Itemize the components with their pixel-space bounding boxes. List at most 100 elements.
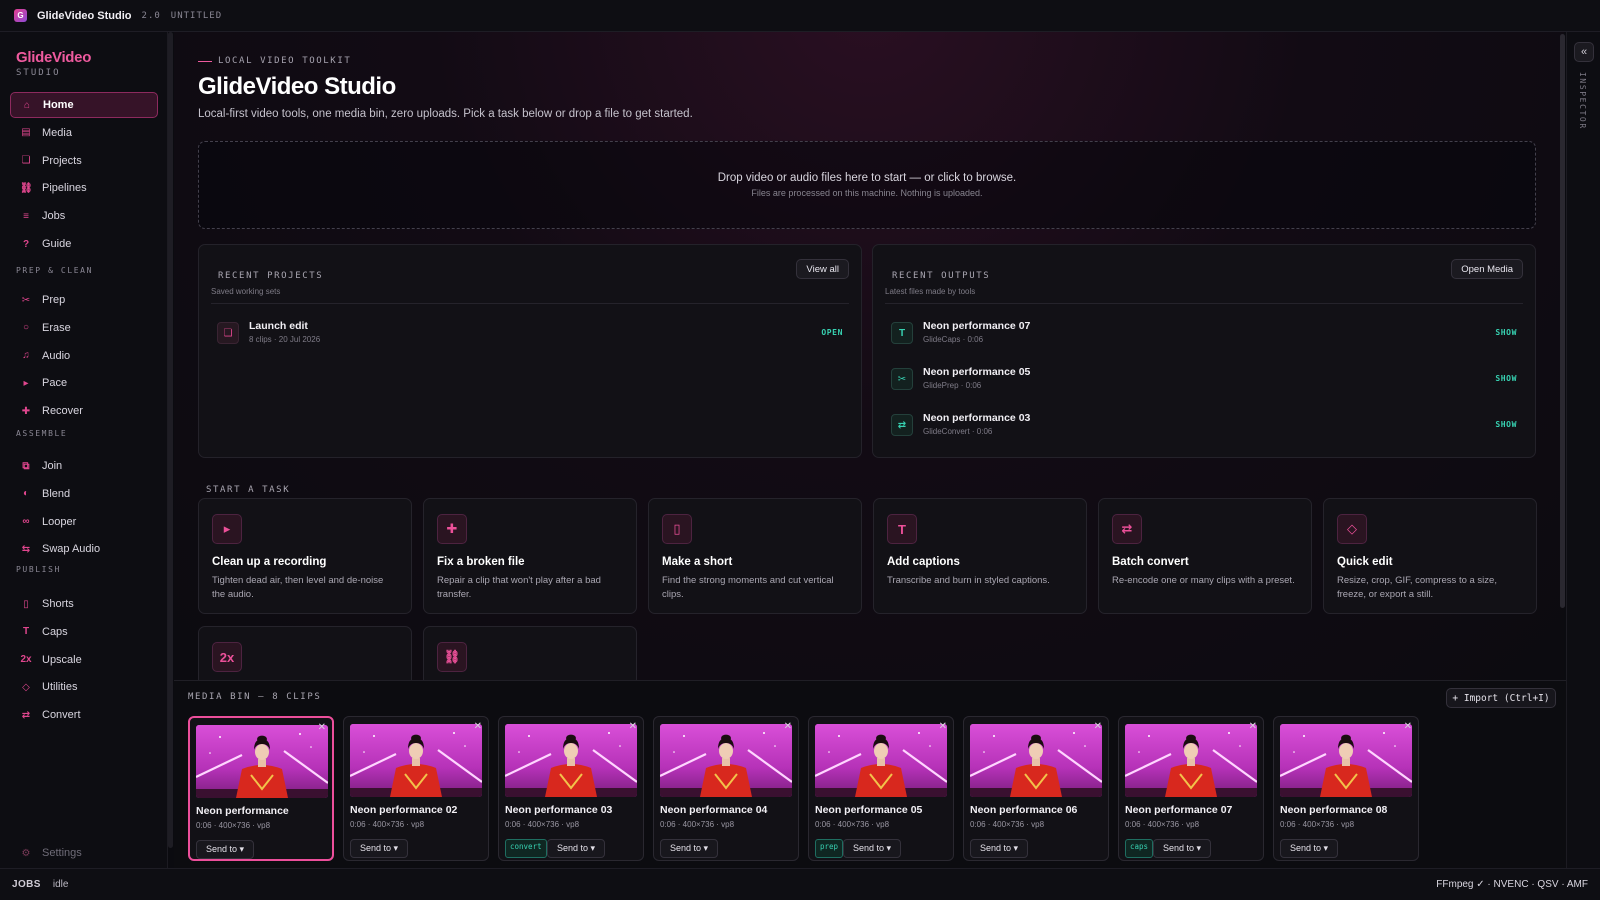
sidebar-item-guide[interactable]: ? Guide	[10, 231, 158, 257]
open-link[interactable]: OPEN	[821, 328, 843, 337]
sidebar-item-swap-audio[interactable]: ⇆ Swap Audio	[10, 536, 158, 562]
send-to-button[interactable]: Send to ▾	[660, 839, 719, 858]
clip-thumbnail-image	[815, 724, 947, 797]
close-icon[interactable]: ✕	[474, 721, 482, 732]
sidebar-item-prep[interactable]: ✂ Prep	[10, 287, 158, 313]
clip-card[interactable]: ✕ Neon performance 07 0:06 · 400×736 · vp8…	[1118, 716, 1264, 861]
clip-thumbnail[interactable]	[1125, 724, 1257, 797]
task-card-make-a-short[interactable]: ▯ Make a short Find the strong moments and…	[648, 498, 862, 614]
open-media-button[interactable]: Open Media	[1451, 259, 1523, 279]
close-icon[interactable]: ✕	[784, 721, 792, 732]
task-card-clean-up-a-recording[interactable]: ▸ Clean up a recording Tighten dead air, t…	[198, 498, 412, 614]
sidebar-item-label: Blend	[42, 487, 71, 500]
sidebar-item-label: Jobs	[42, 210, 66, 223]
close-icon[interactable]: ✕	[939, 721, 947, 732]
send-to-button[interactable]: Send to ▾	[1153, 839, 1212, 858]
page-subtitle: Local-first video tools, one media bin, …	[198, 108, 693, 120]
join-icon: ⧉	[22, 460, 30, 472]
sidebar-item-projects[interactable]: ❏ Projects	[10, 148, 158, 174]
sidebar-item-shorts[interactable]: ▯ Shorts	[10, 591, 158, 617]
view-all-button[interactable]: View all	[796, 259, 849, 279]
clip-thumbnail[interactable]	[660, 724, 792, 797]
task-card-fix-a-broken-file[interactable]: ✚ Fix a broken file Repair a clip that won…	[423, 498, 637, 614]
recent-projects-panel: RECENT PROJECTS Saved working sets View …	[198, 244, 862, 458]
send-to-button[interactable]: Send to ▾	[1280, 839, 1339, 858]
project-icon: ❏	[217, 322, 239, 344]
send-to-button[interactable]: Send to ▾	[843, 839, 902, 858]
sidebar-item-blend[interactable]: ◐ Blend	[10, 481, 158, 507]
send-to-button[interactable]: Send to ▾	[547, 839, 606, 858]
show-link[interactable]: SHOW	[1495, 420, 1517, 429]
scissors-icon: ✂	[891, 368, 913, 390]
sidebar-item-pipelines[interactable]: ⛓ Pipelines	[10, 175, 158, 201]
clip-card[interactable]: ✕ Neon performance 04 0:06 · 400×736 · vp8…	[653, 716, 799, 861]
drop-zone[interactable]: Drop video or audio files here to start …	[198, 141, 1536, 229]
close-icon[interactable]: ✕	[1404, 721, 1412, 732]
close-icon[interactable]: ✕	[1094, 721, 1102, 732]
nav-section-assemble: ASSEMBLE	[16, 429, 68, 438]
list-item[interactable]: ❏ Launch edit 8 clips · 20 Jul 2026 OPEN	[217, 316, 843, 352]
inspector-toggle-icon[interactable]: «	[1574, 42, 1594, 62]
erase-icon: ○	[22, 322, 30, 334]
sidebar-item-label: Pipelines	[42, 182, 87, 195]
clip-card[interactable]: ✕ Neon performance 0:06 · 400×736 · vp8 Sen…	[188, 716, 334, 861]
sidebar-item-caps[interactable]: T Caps	[10, 619, 158, 645]
jobs-label[interactable]: JOBS	[12, 879, 41, 890]
clip-card[interactable]: ✕ Neon performance 05 0:06 · 400×736 · vp8…	[808, 716, 954, 861]
convert-icon: ⇄	[891, 414, 913, 436]
row-meta: GlideConvert · 0:06	[923, 427, 993, 436]
send-to-button[interactable]: Send to ▾	[196, 840, 255, 859]
clip-thumbnail-image	[1125, 724, 1257, 797]
clip-thumbnail[interactable]	[815, 724, 947, 797]
close-icon[interactable]: ✕	[1249, 721, 1257, 732]
task-card[interactable]: ⛓	[423, 626, 637, 686]
sidebar-item-convert[interactable]: ⇄ Convert	[10, 702, 158, 728]
clip-card[interactable]: ✕ Neon performance 03 0:06 · 400×736 · vp8…	[498, 716, 644, 861]
sidebar-item-pace[interactable]: ▸ Pace	[10, 370, 158, 396]
task-card-batch-convert[interactable]: ⇄ Batch convert Re-encode one or many clip…	[1098, 498, 1312, 614]
task-card-quick-edit[interactable]: ◇ Quick edit Resize, crop, GIF, compress t…	[1323, 498, 1537, 614]
shorts-icon: ▯	[23, 598, 29, 610]
sidebar-item-label: Media	[42, 126, 72, 139]
panel-title: RECENT OUTPUTS	[892, 271, 991, 281]
clip-card[interactable]: ✕ Neon performance 08 0:06 · 400×736 · vp8…	[1273, 716, 1419, 861]
clip-meta: 0:06 · 400×736 · vp8	[196, 821, 271, 830]
list-item[interactable]: ⇄ Neon performance 03 GlideConvert · 0:06 S…	[891, 408, 1517, 444]
sidebar-item-audio[interactable]: ♫ Audio	[10, 343, 158, 369]
clip-thumbnail-image	[196, 725, 328, 798]
sidebar-item-settings[interactable]: ⚙ Settings	[10, 844, 82, 862]
clip-thumbnail[interactable]	[970, 724, 1102, 797]
import-button[interactable]: + Import (Ctrl+I)	[1446, 688, 1556, 708]
clip-thumbnail[interactable]	[196, 725, 328, 798]
list-item[interactable]: ✂ Neon performance 05 GlidePrep · 0:06 SHOW	[891, 362, 1517, 398]
clip-card[interactable]: ✕ Neon performance 06 0:06 · 400×736 · vp8…	[963, 716, 1109, 861]
jobs-icon: ≡	[23, 210, 29, 222]
task-card[interactable]: 2x	[198, 626, 412, 686]
clip-thumbnail-image	[350, 724, 482, 797]
sidebar-item-media[interactable]: ▤ Media	[10, 120, 158, 146]
close-icon[interactable]: ✕	[629, 721, 637, 732]
show-link[interactable]: SHOW	[1495, 374, 1517, 383]
send-to-button[interactable]: Send to ▾	[350, 839, 409, 858]
clip-thumbnail[interactable]	[505, 724, 637, 797]
show-link[interactable]: SHOW	[1495, 328, 1517, 337]
clip-card[interactable]: ✕ Neon performance 02 0:06 · 400×736 · vp8…	[343, 716, 489, 861]
clip-thumbnail[interactable]	[1280, 724, 1412, 797]
sidebar-item-label: Projects	[42, 154, 82, 167]
sidebar-item-jobs[interactable]: ≡ Jobs	[10, 203, 158, 229]
sidebar-scrollbar[interactable]	[168, 32, 173, 848]
sidebar-item-erase[interactable]: ○ Erase	[10, 315, 158, 341]
main-scrollbar[interactable]	[1560, 34, 1565, 608]
list-item[interactable]: T Neon performance 07 GlideCaps · 0:06 SHOW	[891, 316, 1517, 352]
sidebar-item-looper[interactable]: ∞ Looper	[10, 509, 158, 535]
clip-thumbnail[interactable]	[350, 724, 482, 797]
sidebar-item-utilities[interactable]: ◇ Utilities	[10, 674, 158, 700]
send-to-button[interactable]: Send to ▾	[970, 839, 1029, 858]
task-card-add-captions[interactable]: T Add captions Transcribe and burn in styl…	[873, 498, 1087, 614]
close-icon[interactable]: ✕	[318, 722, 326, 733]
clip-title: Neon performance 02	[350, 804, 458, 816]
sidebar-item-home[interactable]: ⌂ Home	[10, 92, 158, 118]
sidebar-item-upscale[interactable]: 2x Upscale	[10, 647, 158, 673]
sidebar-item-recover[interactable]: ✚ Recover	[10, 398, 158, 424]
sidebar-item-join[interactable]: ⧉ Join	[10, 453, 158, 479]
